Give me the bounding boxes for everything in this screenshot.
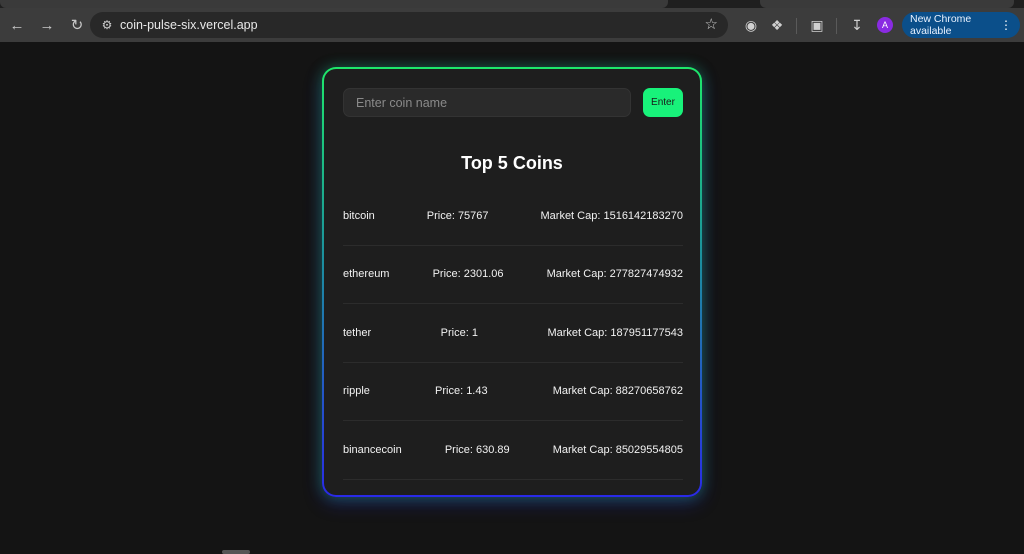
coin-row-binancecoin: binancecoin Price: 630.89 Market Cap: 85… (343, 421, 683, 480)
bookmark-star-icon[interactable]: ☆ (705, 15, 718, 33)
coin-row-tether: tether Price: 1 Market Cap: 187951177543 (343, 304, 683, 363)
coin-market-cap: Market Cap: 88270658762 (552, 385, 683, 398)
address-bar[interactable]: ⚙ coin-pulse-six.vercel.app ☆ (90, 12, 728, 38)
coin-name: ethereum (343, 268, 390, 281)
coin-price: Price: 75767 (426, 209, 489, 222)
tab-search-icon[interactable]: ▣ (806, 14, 828, 36)
coin-card: Enter Top 5 Coins bitcoin Price: 75767 M… (322, 67, 702, 497)
menu-kebab-icon[interactable]: ⋮ (1000, 18, 1012, 32)
coin-list: bitcoin Price: 75767 Market Cap: 1516142… (343, 187, 683, 480)
horizontal-scrollbar[interactable] (222, 550, 250, 554)
inactive-tab[interactable] (760, 0, 1014, 8)
site-settings-icon[interactable]: ⚙ (96, 18, 118, 32)
coin-market-cap: Market Cap: 85029554805 (552, 443, 683, 456)
tab-strip (0, 0, 1024, 8)
url-text[interactable]: coin-pulse-six.vercel.app (120, 18, 258, 32)
update-chrome-label: New Chrome available (910, 13, 972, 37)
coin-price: Price: 1.43 (435, 385, 488, 398)
coin-price: Price: 630.89 (444, 443, 510, 456)
coin-name: binancecoin (343, 443, 402, 456)
coin-name: ripple (343, 385, 370, 398)
coin-market-cap: Market Cap: 277827474932 (546, 268, 683, 281)
forward-icon[interactable]: → (34, 12, 60, 38)
profile-avatar[interactable]: A (877, 17, 893, 33)
active-tab[interactable] (0, 0, 668, 8)
puzzle-extensions-icon[interactable]: ❖ (766, 14, 788, 36)
page-title: Top 5 Coins (461, 153, 563, 173)
coin-row-ripple: ripple Price: 1.43 Market Cap: 882706587… (343, 363, 683, 421)
coin-price: Price: 1 (440, 326, 478, 339)
coin-price: Price: 2301.06 (432, 268, 504, 281)
update-chrome-button[interactable]: New Chrome available ⋮ (902, 12, 1020, 38)
enter-button[interactable]: Enter (643, 88, 683, 117)
coin-search-input[interactable] (343, 88, 631, 117)
coin-card-body: Enter Top 5 Coins bitcoin Price: 75767 M… (324, 69, 700, 495)
reload-icon[interactable]: ↻ (64, 12, 90, 38)
download-icon[interactable]: ↧ (846, 14, 868, 36)
coin-row-bitcoin: bitcoin Price: 75767 Market Cap: 1516142… (343, 187, 683, 246)
coin-market-cap: Market Cap: 187951177543 (547, 326, 683, 339)
back-icon[interactable]: ← (4, 12, 30, 38)
browser-toolbar: ← → ↻ ⚙ coin-pulse-six.vercel.app ☆ ◉ ❖ … (0, 8, 1024, 42)
coin-market-cap: Market Cap: 1516142183270 (540, 209, 684, 222)
extension-icon[interactable]: ◉ (740, 14, 762, 36)
coin-name: tether (343, 326, 372, 339)
coin-name: bitcoin (343, 209, 375, 222)
coin-row-ethereum: ethereum Price: 2301.06 Market Cap: 2778… (343, 246, 683, 304)
toolbar-divider (796, 18, 797, 34)
toolbar-divider (836, 18, 837, 34)
